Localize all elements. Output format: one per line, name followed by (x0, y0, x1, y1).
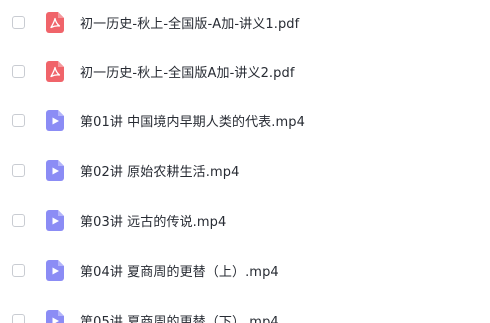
file-row[interactable]: 第02讲 原始农耕生活.mp4 (0, 151, 490, 189)
file-checkbox[interactable] (12, 64, 25, 78)
file-name: 第05讲 夏商周的更替（下）.mp4 (80, 314, 279, 323)
video-icon (46, 109, 64, 131)
file-row[interactable]: 初一历史-秋上-全国版A加-讲义2.pdf (0, 52, 490, 90)
file-name: 初一历史-秋上-全国版-A加-讲义1.pdf (80, 16, 300, 32)
file-checkbox[interactable] (12, 163, 25, 177)
pdf-icon (46, 60, 64, 82)
file-row[interactable]: 第03讲 远古的传说.mp4 (0, 201, 490, 239)
file-name: 第04讲 夏商周的更替（上）.mp4 (80, 264, 279, 280)
file-row[interactable]: 第01讲 中国境内早期人类的代表.mp4 (0, 101, 490, 139)
video-icon (46, 209, 64, 231)
file-name: 初一历史-秋上-全国版A加-讲义2.pdf (80, 65, 295, 81)
file-checkbox[interactable] (12, 213, 25, 227)
file-checkbox[interactable] (12, 15, 25, 29)
file-name: 第01讲 中国境内早期人类的代表.mp4 (80, 114, 305, 130)
file-row[interactable]: 第05讲 夏商周的更替（下）.mp4 (0, 301, 490, 323)
file-checkbox[interactable] (12, 313, 25, 323)
file-name: 第03讲 远古的传说.mp4 (80, 214, 227, 230)
file-checkbox[interactable] (12, 263, 25, 277)
pdf-icon (46, 11, 64, 33)
video-icon (46, 259, 64, 281)
file-name: 第02讲 原始农耕生活.mp4 (80, 164, 240, 180)
file-row[interactable]: 第04讲 夏商周的更替（上）.mp4 (0, 251, 490, 289)
file-list: 初一历史-秋上-全国版-A加-讲义1.pdf 初一历史-秋上-全国版A加-讲义2… (0, 0, 490, 323)
file-checkbox[interactable] (12, 113, 25, 127)
video-icon (46, 309, 64, 323)
video-icon (46, 159, 64, 181)
file-row[interactable]: 初一历史-秋上-全国版-A加-讲义1.pdf (0, 3, 490, 41)
